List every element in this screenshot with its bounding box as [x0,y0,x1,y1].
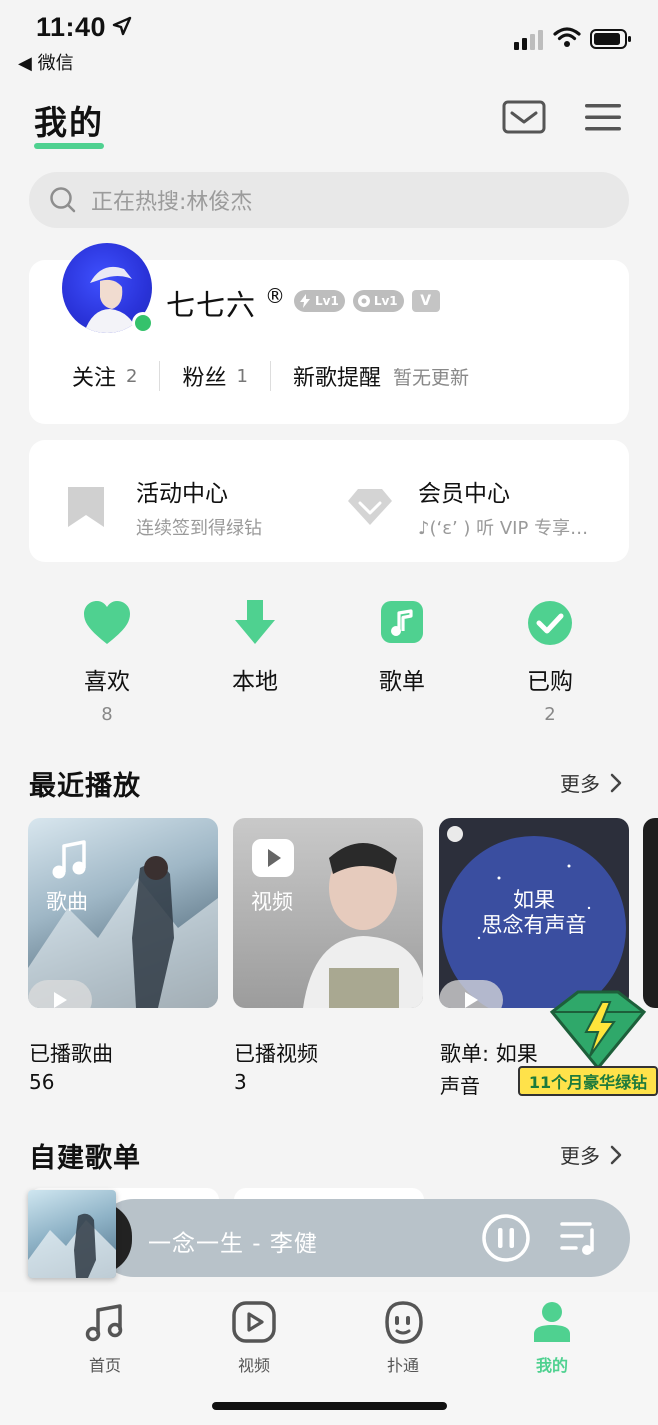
play-queue-icon[interactable] [560,1218,600,1258]
diamond-icon [348,489,392,525]
recent-songs-caption: 已播歌曲 [29,1042,113,1066]
activity-center-subtitle: 连续签到得绿钻 [136,518,262,539]
recent-playlist-tile-label: 如果 思念有声音 [481,888,587,938]
quick-favorites[interactable]: 喜欢 8 [57,600,157,725]
recent-more-link[interactable]: 更多 [560,768,622,797]
recent-songs-tile-label: 歌曲 [46,890,88,914]
tab-video[interactable]: 视频 [204,1300,304,1376]
tab-home[interactable]: 首页 [55,1300,155,1376]
green-diamond-icon [549,990,647,1070]
music-level-badge[interactable]: Lv1 [352,290,404,312]
bookmark-icon [68,487,104,527]
play-icon [465,992,478,1008]
level-badges[interactable]: Lv1 Lv1 V [294,290,440,312]
lightning-level-badge[interactable]: Lv1 [294,290,345,312]
recent-playlist-sub: 声音 [440,1074,480,1098]
recent-section-title: 最近播放 [29,771,141,802]
vip-center-title: 会员中心 [418,481,510,507]
promo-label: 11个月豪华绿钻 [518,1066,658,1096]
play-icon [54,992,67,1008]
music-note-icon [85,1304,123,1342]
location-arrow-icon [112,16,132,36]
tab-putong[interactable]: 扑通 [353,1300,453,1376]
title-underline [34,143,104,149]
vip-center-subtitle: ♪(‘ε’ ) 听 VIP 专享… [418,518,589,539]
home-indicator [212,1402,447,1410]
messages-icon[interactable] [502,100,546,134]
custom-playlists-more-link[interactable]: 更多 [560,1140,622,1169]
disc-icon [357,295,370,307]
pause-icon[interactable] [481,1213,531,1263]
battery-icon [590,29,631,49]
quick-playlists[interactable]: 歌单 [352,600,452,704]
heart-icon [84,601,130,644]
video-icon [232,1301,276,1343]
video-play-icon [252,839,294,877]
username[interactable]: 七七六 [166,282,256,324]
person-icon [534,1302,570,1342]
music-note-icon [52,840,86,879]
follow-count[interactable]: 2 [126,366,137,387]
tab-mine[interactable]: 我的 [502,1300,602,1376]
lightning-icon [300,294,310,308]
recent-videos-count: 3 [234,1070,247,1094]
quick-purchased[interactable]: 已购 2 [500,600,600,725]
recent-songs-count: 56 [29,1070,55,1094]
face-icon [385,1301,423,1344]
recent-songs-tile[interactable]: 歌曲 [28,818,218,1008]
chevron-right-icon [610,773,622,792]
fans-count[interactable]: 1 [236,366,247,387]
recent-videos-tile[interactable]: 视频 [233,818,423,1008]
page-title: 我的 [34,103,104,142]
back-to-wechat-link[interactable]: ◀ 微信 [18,49,74,75]
status-time: 11:40 [36,12,107,42]
quick-local[interactable]: 本地 [205,600,305,704]
now-playing-cover[interactable] [28,1190,116,1278]
follow-label[interactable]: 关注 [72,360,116,392]
recent-videos-tile-label: 视频 [251,890,293,914]
recent-videos-caption: 已播视频 [234,1042,318,1066]
cover-art [28,1213,116,1278]
new-song-reminder-label[interactable]: 新歌提醒 [293,360,381,392]
recent-next-tile-edge [643,818,658,1008]
vip-center[interactable]: 会员中心 ♪(‘ε’ ) 听 VIP 专享… [346,474,588,540]
cellular-signal-icon [514,30,543,50]
now-playing-title[interactable]: 一念一生 - 李健 [148,1224,318,1258]
registered-mark: ® [265,284,285,308]
menu-icon[interactable] [585,102,621,132]
activity-center[interactable]: 活动中心 连续签到得绿钻 [66,474,262,540]
recent-playlist-tile[interactable]: 如果 思念有声音 [439,818,629,1008]
check-icon [528,601,572,645]
download-icon [235,600,275,644]
fans-label[interactable]: 粉丝 [182,360,226,392]
green-diamond-promo[interactable]: 11个月豪华绿钻 [518,990,658,1106]
new-song-reminder-hint: 暂无更新 [392,366,469,389]
custom-playlists-title: 自建歌单 [29,1143,141,1174]
search-input[interactable]: 正在热搜:林俊杰 [29,172,629,228]
wechat-badge-icon [132,312,154,334]
chevron-right-icon [610,1145,622,1164]
activity-center-title: 活动中心 [136,481,228,507]
play-button[interactable] [439,980,503,1008]
profile-stats: 关注 2 粉丝 1 新歌提醒 暂无更新 [72,360,469,392]
play-button[interactable] [28,980,92,1008]
wifi-icon [553,27,581,47]
search-placeholder: 正在热搜:林俊杰 [91,190,253,215]
vip-badge[interactable]: V [411,290,440,312]
playlist-icon [381,601,423,643]
search-icon [50,187,76,213]
